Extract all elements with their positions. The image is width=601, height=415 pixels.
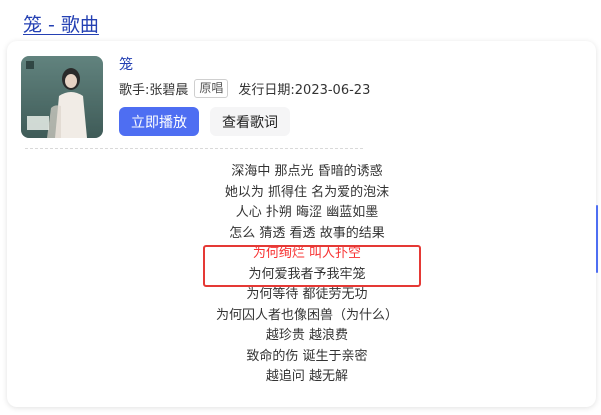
lyric-line: 怎么 猜透 看透 故事的结果 [229, 225, 385, 241]
view-lyrics-button[interactable]: 查看歌词 [210, 107, 290, 136]
divider [25, 148, 363, 149]
song-meta: 歌手:张碧晨 原唱 发行日期:2023-06-23 [119, 79, 370, 98]
lyric-line: 越追问 越无解 [265, 369, 349, 384]
lyric-line: 为何等待 都徒劳无功 [246, 287, 368, 302]
album-cover-image [21, 56, 103, 138]
lyric-line: 她以为 抓得住 名为爱的泡沫 [224, 184, 390, 200]
lyrics-scrollbar[interactable] [596, 205, 598, 273]
original-badge: 原唱 [194, 79, 229, 98]
lyric-line: 越珍贵 越浪费 [265, 328, 349, 343]
album-cover[interactable] [21, 56, 103, 138]
release-date: 发行日期:2023-06-23 [238, 83, 371, 98]
lyric-line: 致命的伤 诞生于亲密 [246, 348, 368, 364]
lyric-line: 为何囚人者也像困兽（为什么） [215, 307, 398, 323]
artist-label[interactable]: 歌手:张碧晨 [119, 79, 188, 98]
song-card: 笼 歌手:张碧晨 原唱 发行日期:2023-06-23 立即播放 查看歌词 深海… [7, 41, 598, 407]
lyric-line: 深海中 那点光 昏暗的诱惑 [231, 164, 383, 179]
lyric-line: 人心 扑朔 晦涩 幽蓝如墨 [235, 205, 379, 220]
play-now-button[interactable]: 立即播放 [119, 107, 199, 136]
song-name-link[interactable]: 笼 [119, 54, 133, 74]
song-title-link[interactable]: 笼 - 歌曲 [23, 10, 99, 37]
annotation-highlight-box [203, 245, 421, 287]
